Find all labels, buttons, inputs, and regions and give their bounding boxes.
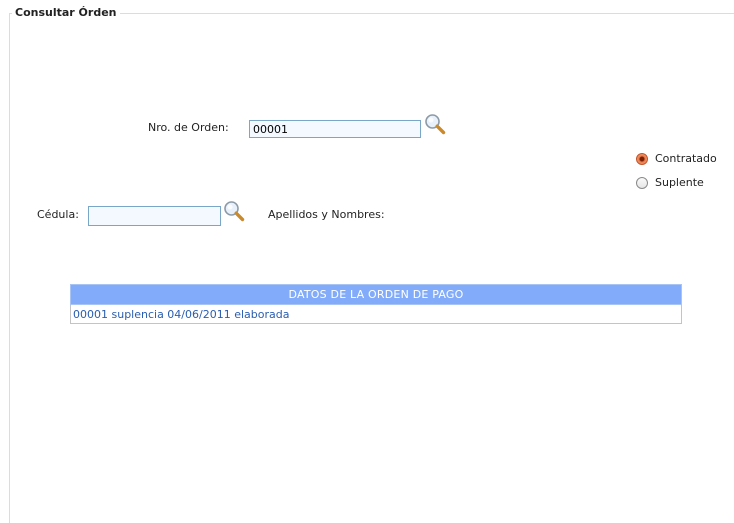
radio-contratado-label: Contratado: [655, 152, 717, 165]
table-header: DATOS DE LA ORDEN DE PAGO: [70, 284, 682, 305]
radio-checked-icon[interactable]: [636, 152, 648, 165]
radio-suplente[interactable]: Suplente: [636, 176, 704, 189]
search-orden-icon[interactable]: [424, 113, 446, 135]
cedula-input[interactable]: [88, 206, 221, 226]
search-cedula-icon[interactable]: [223, 200, 245, 222]
table-cell[interactable]: 00001 suplencia 04/06/2011 elaborada: [70, 304, 682, 324]
radio-suplente-label: Suplente: [655, 176, 704, 189]
table-row[interactable]: 00001 suplencia 04/06/2011 elaborada: [70, 304, 682, 324]
apellidos-nombres-label: Apellidos y Nombres:: [268, 208, 385, 221]
radio-unchecked-icon[interactable]: [636, 176, 648, 189]
cedula-label: Cédula:: [37, 208, 79, 221]
orden-label: Nro. de Orden:: [148, 121, 229, 134]
table-header-row: DATOS DE LA ORDEN DE PAGO: [70, 284, 682, 305]
form-title: Consultar Órden: [12, 6, 120, 19]
orden-input[interactable]: [249, 120, 421, 138]
orden-pago-table: DATOS DE LA ORDEN DE PAGO 00001 suplenci…: [70, 284, 682, 324]
form-fieldset: [9, 13, 734, 523]
radio-contratado[interactable]: Contratado: [636, 152, 717, 165]
